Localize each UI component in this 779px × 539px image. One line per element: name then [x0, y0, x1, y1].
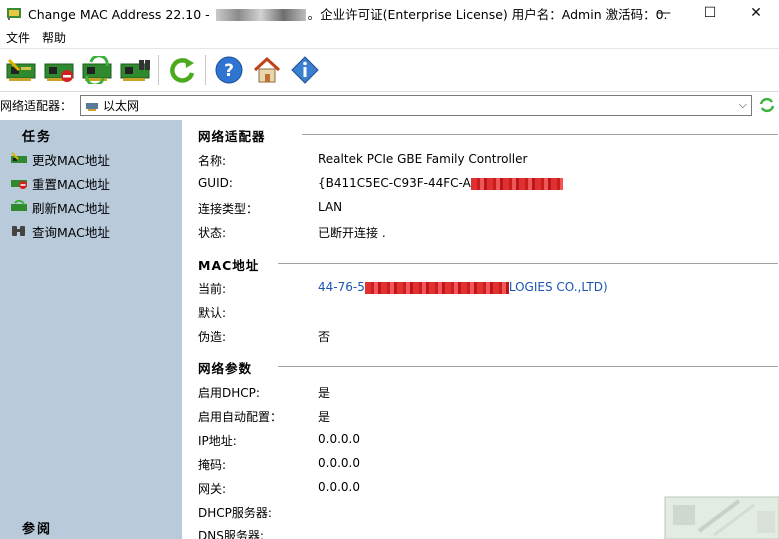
network-adapter-icon: [86, 102, 98, 111]
title-prefix: Change MAC Address 22.10 -: [28, 6, 214, 22]
network-card-edit-icon: [11, 152, 27, 163]
section-divider: [302, 134, 778, 135]
task-refresh-mac[interactable]: 刷新MAC地址: [10, 197, 110, 217]
menu-help[interactable]: 帮助: [36, 29, 72, 46]
menu-bar: 文件 帮助: [0, 26, 779, 48]
help-icon: ?: [215, 56, 243, 83]
help-button[interactable]: ?: [210, 51, 248, 89]
dhcp-server-label: DHCP服务器:: [198, 506, 272, 520]
adapter-select[interactable]: 以太网 ⌵: [80, 95, 752, 116]
redacted-region: [470, 177, 563, 190]
autoconfig-value: 是: [318, 410, 331, 424]
task-label: 刷新MAC地址: [32, 200, 110, 216]
reset-mac-tool-button[interactable]: [40, 51, 78, 89]
guid-label: GUID:: [198, 176, 233, 190]
status-label: 状态:: [198, 226, 227, 240]
mask-value: 0.0.0.0: [318, 456, 360, 470]
task-query-mac[interactable]: 查询MAC地址: [10, 221, 110, 241]
task-label: 查询MAC地址: [32, 224, 110, 240]
adapter-selected: 以太网: [103, 99, 140, 113]
section-mac-title: MAC地址: [198, 258, 260, 273]
close-button[interactable]: ✕: [733, 0, 779, 26]
info-icon: [291, 55, 319, 84]
network-card-query-icon: [120, 59, 150, 81]
task-label: 重置MAC地址: [32, 176, 110, 192]
refresh-button[interactable]: [163, 51, 201, 89]
redacted-region: [364, 281, 509, 294]
status-value: 已断开连接 .: [318, 226, 386, 240]
adapter-bar: 网络适配器： 以太网 ⌵: [0, 91, 779, 119]
network-card-refresh-icon: [82, 55, 112, 84]
chevron-down-icon: ⌵: [738, 98, 747, 111]
dhcp-label: 启用DHCP:: [198, 386, 260, 400]
task-label: 更改MAC地址: [32, 152, 110, 168]
dns-server-label: DNS服务器:: [198, 529, 264, 539]
section-network-title: 网络参数: [198, 361, 253, 376]
menu-file[interactable]: 文件: [0, 29, 36, 46]
network-card-reset-icon: [44, 63, 74, 82]
spoofed-label: 伪造:: [198, 330, 227, 344]
refresh-icon: [170, 57, 195, 83]
adapter-label: 网络适配器：: [0, 99, 73, 113]
section-adapter-title: 网络适配器: [198, 129, 266, 144]
left-pane: 任务 更改MAC地址 重置MAC地址 刷新MAC地址 查询MAC地址 参阅: [0, 120, 182, 539]
current-mac-link[interactable]: 44-76-5 LOGIES CO.,LTD): [318, 280, 608, 294]
gateway-value: 0.0.0.0: [318, 480, 360, 494]
mask-label: 掩码:: [198, 458, 227, 472]
network-card-illustration: [664, 496, 779, 539]
home-button[interactable]: [248, 51, 286, 89]
toolbar: ?: [0, 48, 779, 90]
current-mac-start: 44-76-5: [318, 280, 365, 294]
about-button[interactable]: [286, 51, 324, 89]
guid-value-row: {B411C5EC-C93F-44FC-A: [318, 176, 563, 190]
change-mac-tool-button[interactable]: [2, 51, 40, 89]
refresh-mac-tool-button[interactable]: [78, 51, 116, 89]
current-mac-end: LOGIES CO.,LTD): [508, 280, 608, 294]
see-also-title: 参阅: [22, 522, 53, 537]
ip-label: IP地址:: [198, 434, 237, 448]
refresh-adapter-icon[interactable]: [758, 96, 776, 114]
svg-text:?: ?: [224, 61, 234, 81]
toolbar-separator: [205, 54, 206, 85]
binoculars-icon: [12, 226, 25, 236]
gateway-label: 网关:: [198, 482, 227, 496]
network-card-edit-icon: [6, 58, 36, 81]
dhcp-value: 是: [318, 386, 331, 400]
title-bar: Change MAC Address 22.10 - 。企业许可证(Enterp…: [0, 0, 779, 26]
tasks-title: 任务: [22, 130, 53, 145]
task-change-mac[interactable]: 更改MAC地址: [10, 149, 110, 169]
home-icon: [253, 56, 281, 82]
default-mac-label: 默认:: [198, 306, 227, 320]
autoconfig-label: 启用自动配置：: [198, 410, 283, 424]
maximize-button[interactable]: ☐: [687, 0, 733, 26]
name-value: Realtek PCIe GBE Family Controller: [318, 152, 528, 166]
connection-type-label: 连接类型：: [198, 202, 259, 216]
network-card-refresh-icon: [11, 200, 27, 211]
title-suffix: 。企业许可证(Enterprise License) 用户名：Admin 激活码…: [307, 6, 668, 22]
network-card-reset-icon: [11, 180, 27, 189]
toolbar-separator: [158, 54, 159, 85]
connection-type-value: LAN: [318, 200, 343, 214]
spoofed-value: 否: [318, 330, 331, 344]
section-divider: [278, 366, 778, 367]
name-label: 名称:: [198, 154, 227, 168]
ip-value: 0.0.0.0: [318, 432, 360, 446]
current-mac-label: 当前:: [198, 282, 227, 296]
minimize-button[interactable]: —: [641, 0, 687, 26]
window-title: Change MAC Address 22.10 - 。企业许可证(Enterp…: [28, 4, 668, 23]
section-divider: [278, 263, 778, 264]
guid-value: {B411C5EC-C93F-44FC-A: [318, 176, 471, 190]
details-panel: 网络适配器 名称: Realtek PCIe GBE Family Contro…: [182, 120, 779, 539]
app-icon: [7, 8, 21, 20]
query-mac-tool-button[interactable]: [116, 51, 154, 89]
task-reset-mac[interactable]: 重置MAC地址: [10, 173, 110, 193]
redacted-region: [215, 9, 306, 21]
